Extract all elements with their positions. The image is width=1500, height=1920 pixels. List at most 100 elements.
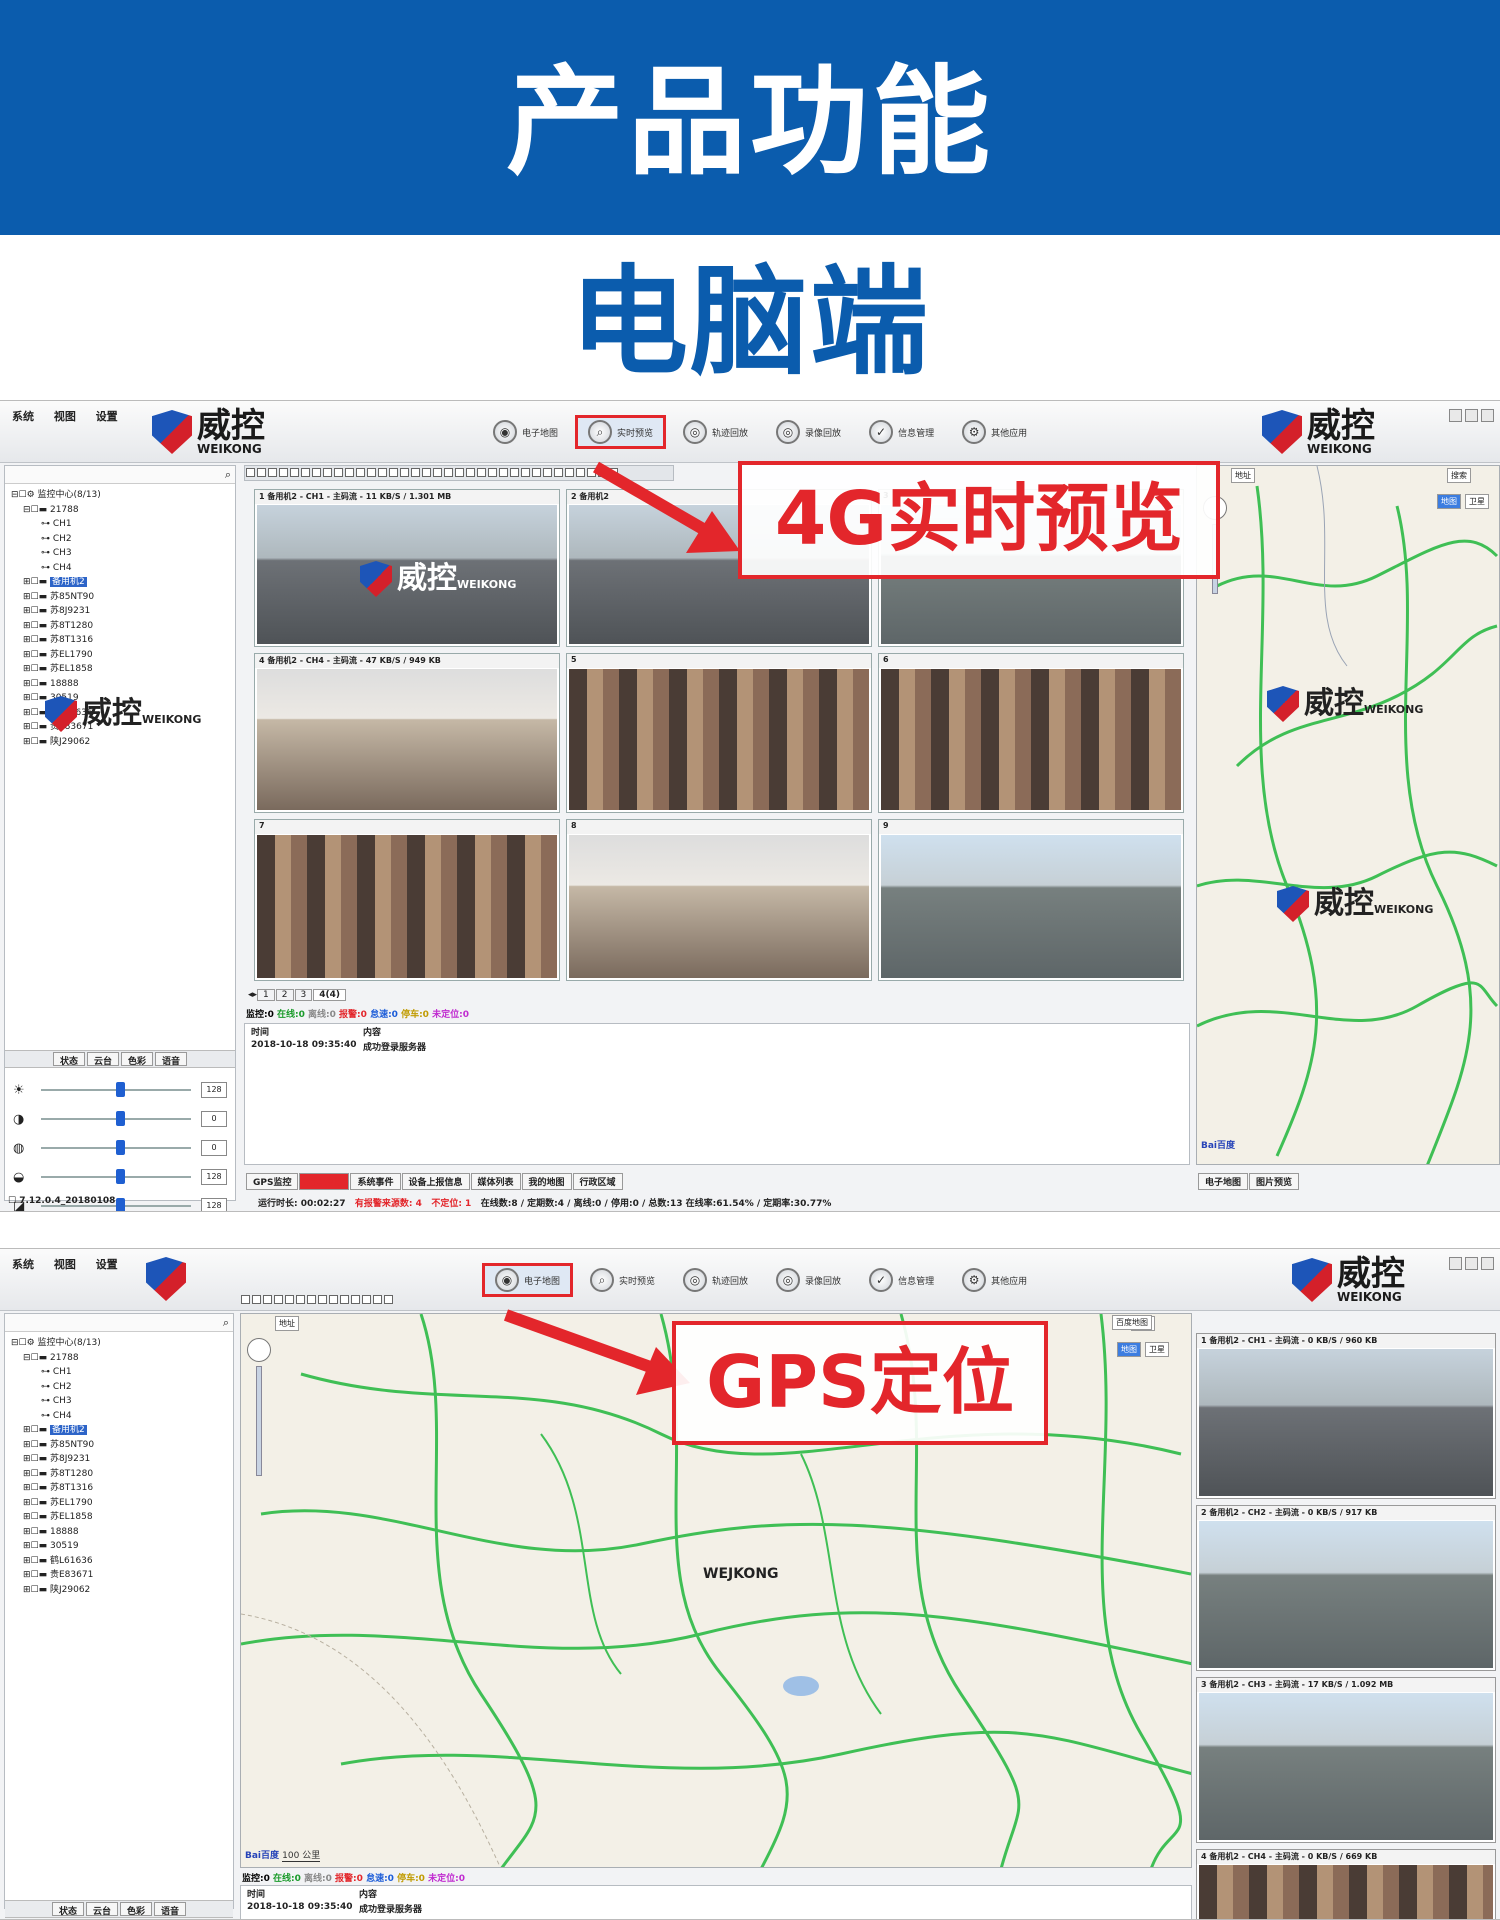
- video-feed[interactable]: [569, 669, 869, 810]
- tab-color[interactable]: 色彩: [121, 1052, 154, 1067]
- track-playback-button[interactable]: ◎ 轨迹回放: [672, 1263, 759, 1297]
- tree-item[interactable]: ⊶ CH2: [11, 532, 229, 547]
- saturation-slider[interactable]: ◍ 0: [13, 1136, 227, 1160]
- tree-item[interactable]: ⊞☐▬ 苏EL1858: [11, 662, 229, 677]
- tree-item[interactable]: ⊞☐▬ 陕J29062: [11, 735, 229, 750]
- slider-value[interactable]: 128: [201, 1082, 227, 1098]
- menu-system[interactable]: 系统: [12, 1258, 34, 1271]
- other-apps-button[interactable]: ⚙ 其他应用: [951, 415, 1038, 449]
- tree-item[interactable]: ⊞☐▬ 苏EL1858: [11, 1510, 227, 1525]
- tree-item[interactable]: ⊶ CH4: [11, 1409, 227, 1424]
- tree-root[interactable]: ⊟☐⚙ 监控中心(8/13): [11, 1336, 227, 1351]
- video-cell-8[interactable]: 8: [566, 819, 872, 981]
- video-feed[interactable]: [881, 669, 1181, 810]
- video-playback-button[interactable]: ◎ 录像回放: [765, 1263, 852, 1297]
- electronic-map-button[interactable]: ◉ 电子地图: [482, 1263, 574, 1297]
- electronic-map-button[interactable]: ◉ 电子地图: [482, 415, 569, 449]
- video-feed[interactable]: [1199, 1693, 1493, 1840]
- tree-item[interactable]: ⊶ CH1: [11, 1365, 227, 1380]
- tab-color[interactable]: 色彩: [120, 1902, 153, 1917]
- tree-item[interactable]: ⊞☐▬ 贵E83671: [11, 1568, 227, 1583]
- maximize-button[interactable]: [1465, 409, 1478, 422]
- right-video-1[interactable]: 1 备用机2 - CH1 - 主码流 - 0 KB/S / 960 KB: [1196, 1333, 1496, 1499]
- slider-value[interactable]: 0: [201, 1111, 227, 1127]
- tab-voice[interactable]: 语音: [155, 1052, 188, 1067]
- hue-slider[interactable]: ◒ 128: [13, 1165, 227, 1189]
- tab-ptz[interactable]: 云台: [85, 1902, 118, 1917]
- info-manage-button[interactable]: ✓ 信息管理: [858, 1263, 945, 1297]
- tree-item[interactable]: ⊶ CH3: [11, 546, 229, 561]
- tree-item[interactable]: ⊟☐▬ 21788: [11, 1351, 227, 1366]
- map-zoom-control[interactable]: [247, 1338, 271, 1480]
- slider-track[interactable]: [41, 1140, 191, 1155]
- menu-settings[interactable]: 设置: [96, 1258, 118, 1271]
- tree-item[interactable]: ⊞☐▬ 18888: [11, 1525, 227, 1540]
- tree-item[interactable]: ⊞☐▬ 苏8T1316: [11, 633, 229, 648]
- track-playback-button[interactable]: ◎ 轨迹回放: [672, 415, 759, 449]
- tree-item-selected[interactable]: ⊞☐▬ 备用机2: [11, 575, 229, 590]
- map-toolbar[interactable]: [240, 1293, 440, 1309]
- tree-search[interactable]: ⌕: [5, 466, 235, 484]
- tab-alarm-info[interactable]: 报警信息: [299, 1172, 350, 1190]
- tab-electronic-map[interactable]: 电子地图: [1198, 1172, 1249, 1190]
- tree-item[interactable]: ⊞☐▬ 陕J29062: [11, 1583, 227, 1598]
- menu-view[interactable]: 视图: [54, 410, 76, 423]
- slider-value[interactable]: 128: [201, 1198, 227, 1211]
- video-feed[interactable]: [881, 835, 1181, 978]
- pan-control[interactable]: [247, 1338, 271, 1362]
- video-feed[interactable]: [257, 835, 557, 978]
- contrast-slider[interactable]: ◑ 0: [13, 1107, 227, 1131]
- tab-gps-monitor[interactable]: GPS监控: [246, 1172, 299, 1190]
- slider-knob[interactable]: [116, 1082, 125, 1097]
- search-icon[interactable]: ⌕: [225, 468, 231, 482]
- tab-my-map[interactable]: 我的地图: [521, 1172, 572, 1190]
- close-button[interactable]: [1481, 1257, 1494, 1270]
- tree-item-selected[interactable]: ⊞☐▬ 备用机2: [11, 1423, 227, 1438]
- info-manage-button[interactable]: ✓ 信息管理: [858, 415, 945, 449]
- video-feed[interactable]: [257, 669, 557, 810]
- tree-item[interactable]: ⊟☐▬ 21788: [11, 503, 229, 518]
- tree-item[interactable]: ⊞☐▬ 30519: [11, 1539, 227, 1554]
- tab-image-preview[interactable]: 图片预览: [1249, 1172, 1300, 1190]
- other-apps-button[interactable]: ⚙ 其他应用: [951, 1263, 1038, 1297]
- menu-system[interactable]: 系统: [12, 410, 34, 423]
- map-type-map[interactable]: 地图: [1437, 494, 1461, 509]
- video-feed[interactable]: [1199, 1349, 1493, 1496]
- tree-item[interactable]: ⊞☐▬ 苏EL1790: [11, 648, 229, 663]
- tree-item[interactable]: ⊶ CH4: [11, 561, 229, 576]
- tab-status[interactable]: 状态: [51, 1902, 84, 1917]
- minimize-button[interactable]: [1449, 1257, 1462, 1270]
- map-search-button[interactable]: 搜索: [1447, 468, 1471, 483]
- map-panel[interactable]: 地址 搜索 地图 卫星 威控WEIKONG 威控WEIKONG Bai百度: [1196, 465, 1500, 1165]
- tab-status[interactable]: 状态: [52, 1052, 85, 1067]
- slider-knob[interactable]: [116, 1111, 125, 1126]
- tab-media-list[interactable]: 媒体列表: [470, 1172, 521, 1190]
- tab-admin-region[interactable]: 行政区域: [572, 1172, 623, 1190]
- video-cell-4[interactable]: 4 备用机2 - CH4 - 主码流 - 47 KB/S / 949 KB: [254, 653, 560, 813]
- page-tab-active[interactable]: 4(4): [313, 989, 347, 1001]
- log-row[interactable]: 2018-10-18 09:35:40 成功登录服务器: [245, 1039, 1189, 1054]
- map-type-satellite[interactable]: 卫星: [1465, 494, 1489, 509]
- video-playback-button[interactable]: ◎ 录像回放: [765, 415, 852, 449]
- tree-item[interactable]: ⊞☐▬ 苏8T1280: [11, 1467, 227, 1482]
- tree-item[interactable]: ⊞☐▬ 18888: [11, 677, 229, 692]
- page-tab[interactable]: 2: [275, 989, 294, 1001]
- tree-item[interactable]: ⊶ CH3: [11, 1394, 227, 1409]
- right-video-3[interactable]: 3 备用机2 - CH3 - 主码流 - 17 KB/S / 1.092 MB: [1196, 1677, 1496, 1843]
- brightness-slider[interactable]: ☀ 128: [13, 1078, 227, 1102]
- tree-item[interactable]: ⊞☐▬ 苏85NT90: [11, 590, 229, 605]
- tree-root[interactable]: ⊟☐⚙ 监控中心(8/13): [11, 488, 229, 503]
- video-feed[interactable]: [1199, 1865, 1493, 1919]
- slider-knob[interactable]: [116, 1140, 125, 1155]
- realtime-preview-button[interactable]: ⌕ 实时预览: [575, 415, 667, 449]
- video-feed[interactable]: [569, 835, 869, 978]
- search-icon[interactable]: ⌕: [223, 1316, 229, 1330]
- slider-value[interactable]: 0: [201, 1140, 227, 1156]
- log-row[interactable]: 2018-10-18 09:35:40 成功登录服务器: [241, 1901, 1191, 1916]
- menu-settings[interactable]: 设置: [96, 410, 118, 423]
- map-type-satellite[interactable]: 卫星: [1145, 1342, 1169, 1357]
- page-tab[interactable]: 3: [294, 989, 313, 1001]
- tree-item[interactable]: ⊞☐▬ 苏85NT90: [11, 1438, 227, 1453]
- slider-track[interactable]: [41, 1111, 191, 1126]
- map-type-map[interactable]: 地图: [1117, 1342, 1141, 1357]
